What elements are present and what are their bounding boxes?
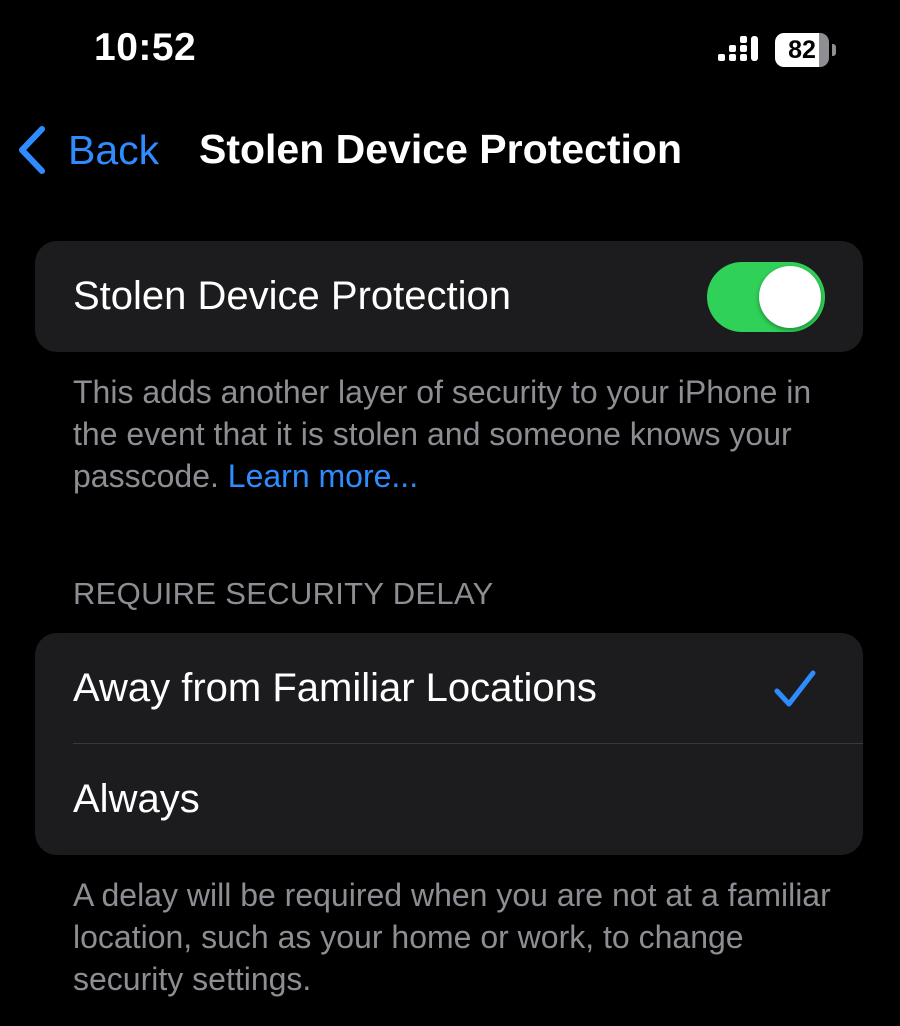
stolen-device-protection-toggle[interactable] (707, 262, 825, 332)
battery-level: 82 (788, 36, 816, 64)
option-label: Always (73, 777, 200, 821)
back-label: Back (68, 126, 160, 173)
protection-description-text: This adds another layer of security to y… (73, 374, 812, 494)
security-delay-options: Away from Familiar Locations Always (35, 633, 863, 855)
page-title: Stolen Device Protection (199, 126, 683, 172)
cellular-signal-icon (718, 36, 758, 61)
protection-toggle-row: Stolen Device Protection (35, 241, 863, 352)
option-label: Away from Familiar Locations (73, 666, 597, 710)
protection-toggle-group: Stolen Device Protection (35, 241, 863, 352)
learn-more-link[interactable]: Learn more... (228, 458, 418, 494)
battery-icon: 82 (775, 33, 829, 67)
status-bar: 10:52 82 (0, 0, 900, 100)
section-header-security-delay: REQUIRE SECURITY DELAY (73, 576, 494, 611)
protection-toggle-label: Stolen Device Protection (73, 274, 512, 318)
protection-description: This adds another layer of security to y… (73, 371, 833, 497)
back-button[interactable]: Back (16, 122, 159, 178)
option-away-from-familiar-locations[interactable]: Away from Familiar Locations (35, 633, 863, 744)
option-always[interactable]: Always (35, 744, 863, 855)
battery-cap (832, 44, 836, 56)
battery-indicator: 82 (775, 33, 837, 67)
checkmark-icon (774, 670, 816, 707)
status-time: 10:52 (94, 26, 197, 69)
security-delay-footer: A delay will be required when you are no… (73, 877, 831, 997)
toggle-knob (759, 266, 821, 328)
chevron-left-icon (19, 126, 45, 174)
navigation-bar: Back Stolen Device Protection (0, 110, 900, 190)
